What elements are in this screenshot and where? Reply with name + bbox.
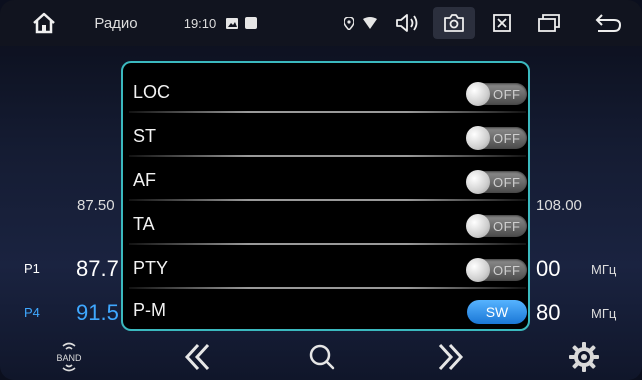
screenshot-button[interactable]	[433, 7, 475, 39]
volume-button[interactable]	[392, 0, 422, 46]
band-button[interactable]: BAND	[46, 334, 92, 380]
setting-row-pty: PTY OFF	[129, 245, 527, 289]
home-icon	[33, 12, 55, 34]
setting-row-st: ST OFF	[129, 113, 527, 157]
preset-number: P1	[24, 261, 40, 276]
volume-icon	[396, 14, 418, 32]
band-label: BAND	[56, 353, 82, 363]
clock: 19:10	[183, 15, 217, 31]
af-toggle[interactable]: OFF	[466, 170, 527, 194]
location-icon	[342, 0, 356, 46]
preset-unit: МГц	[591, 306, 617, 321]
radio-settings-dialog: LOC OFF ST OFF AF OFF TA OFF PTY OFF P-M…	[121, 61, 530, 331]
recent-apps-button[interactable]	[534, 0, 564, 46]
radio-screen: Радио 19:10 87.50 108.00 P1 87.7 00 МГц …	[0, 0, 642, 380]
setting-row-ta: TA OFF	[129, 201, 527, 245]
gallery-notification-icon	[225, 0, 239, 46]
seek-back-button[interactable]	[178, 334, 218, 380]
setting-row-pm: P-M SW	[129, 289, 527, 329]
camera-icon	[444, 14, 464, 32]
toggle-state: OFF	[493, 219, 521, 234]
double-chevron-right-icon	[438, 343, 464, 371]
close-app-button[interactable]	[488, 0, 516, 46]
ta-toggle[interactable]: OFF	[466, 214, 527, 238]
app-title: Радио	[94, 14, 138, 32]
preset-number: P4	[24, 305, 40, 320]
settings-button[interactable]	[562, 334, 606, 380]
preset-frequency-right: 80	[536, 300, 561, 325]
setting-label: TA	[133, 214, 155, 234]
freq-min-label: 87.50	[77, 197, 115, 214]
band-icon: BAND	[56, 342, 82, 372]
toggle-knob	[466, 214, 490, 238]
toggle-state: OFF	[493, 131, 521, 146]
preset-frequency[interactable]: 87.7	[76, 256, 119, 282]
back-button[interactable]	[590, 0, 626, 46]
toggle-knob	[466, 258, 490, 282]
setting-label: ST	[133, 126, 157, 146]
toggle-knob	[466, 82, 490, 106]
windows-icon	[538, 14, 560, 32]
notification-square-icon	[244, 0, 258, 46]
pm-switch-button[interactable]: SW	[467, 300, 527, 324]
setting-row-af: AF OFF	[129, 157, 527, 201]
preset-unit: МГц	[591, 262, 617, 277]
setting-label: PTY	[133, 258, 169, 278]
setting-label: LOC	[133, 82, 171, 102]
preset-frequency[interactable]: 91.5	[76, 300, 119, 326]
preset-frequency-right: 00	[536, 256, 561, 281]
toggle-knob	[466, 126, 490, 150]
gear-icon	[569, 342, 599, 372]
loc-toggle[interactable]: OFF	[466, 82, 527, 106]
toggle-knob	[466, 170, 490, 194]
freq-max-label: 108.00	[536, 197, 582, 214]
back-arrow-icon	[595, 14, 622, 32]
close-box-icon	[493, 14, 511, 32]
st-toggle[interactable]: OFF	[466, 126, 527, 150]
search-icon	[309, 344, 335, 370]
wifi-icon	[361, 0, 379, 46]
pty-toggle[interactable]: OFF	[466, 258, 527, 282]
toggle-state: OFF	[493, 87, 521, 102]
setting-label: AF	[133, 170, 157, 190]
setting-label: P-M	[133, 300, 166, 320]
toggle-state: OFF	[493, 175, 521, 190]
double-chevron-left-icon	[184, 343, 210, 371]
setting-row-loc: LOC OFF	[129, 69, 527, 113]
search-button[interactable]	[302, 334, 342, 380]
seek-forward-button[interactable]	[430, 334, 470, 380]
toggle-state: OFF	[493, 263, 521, 278]
home-button[interactable]	[24, 0, 64, 46]
